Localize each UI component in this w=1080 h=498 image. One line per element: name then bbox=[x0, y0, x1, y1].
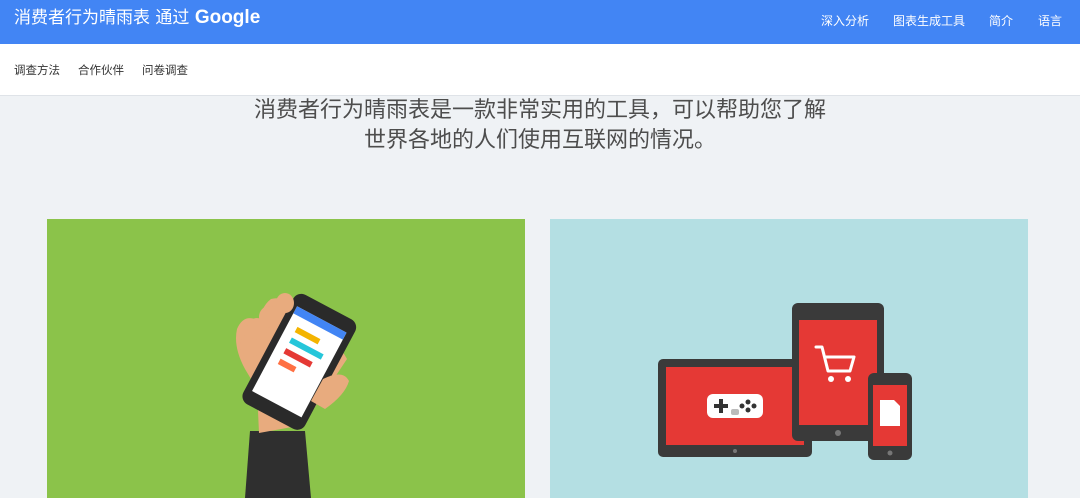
subnav-survey-link[interactable]: 问卷调查 bbox=[142, 63, 188, 77]
secondary-nav-bar: 调查方法 合作伙伴 问卷调查 bbox=[0, 44, 1080, 96]
subnav-partners-link[interactable]: 合作伙伴 bbox=[78, 63, 124, 77]
nav-language-link[interactable]: 语言 bbox=[1038, 13, 1062, 29]
feature-card-mobile[interactable] bbox=[47, 219, 525, 498]
nav-about-link[interactable]: 简介 bbox=[989, 13, 1013, 29]
intro-headline: 消费者行为晴雨表是一款非常实用的工具，可以帮助您了解 世界各地的人们使用互联网的… bbox=[0, 96, 1080, 156]
phone-icon bbox=[868, 373, 912, 460]
site-brand[interactable]: 消费者行为晴雨表 通过 Google bbox=[14, 7, 260, 29]
multi-device-illustration bbox=[658, 303, 912, 460]
headline-line-2: 世界各地的人们使用互联网的情况。 bbox=[363, 128, 716, 153]
top-header-bar: 消费者行为晴雨表 通过 Google 深入分析 图表生成工具 简介 语言 bbox=[0, 0, 1080, 44]
subnav-methodology-link[interactable]: 调查方法 bbox=[14, 63, 60, 77]
feature-card-devices[interactable] bbox=[550, 219, 1028, 498]
hand-holding-phone-illustration bbox=[236, 293, 357, 498]
nav-chart-builder-link[interactable]: 图表生成工具 bbox=[893, 13, 965, 29]
google-logo-text: Google bbox=[194, 7, 261, 28]
headline-line-1: 消费者行为晴雨表是一款非常实用的工具，可以帮助您了解 bbox=[253, 98, 826, 123]
site-title: 消费者行为晴雨表 通过 bbox=[14, 8, 190, 28]
nav-insights-link[interactable]: 深入分析 bbox=[821, 13, 869, 29]
monitor-icon bbox=[658, 359, 812, 457]
